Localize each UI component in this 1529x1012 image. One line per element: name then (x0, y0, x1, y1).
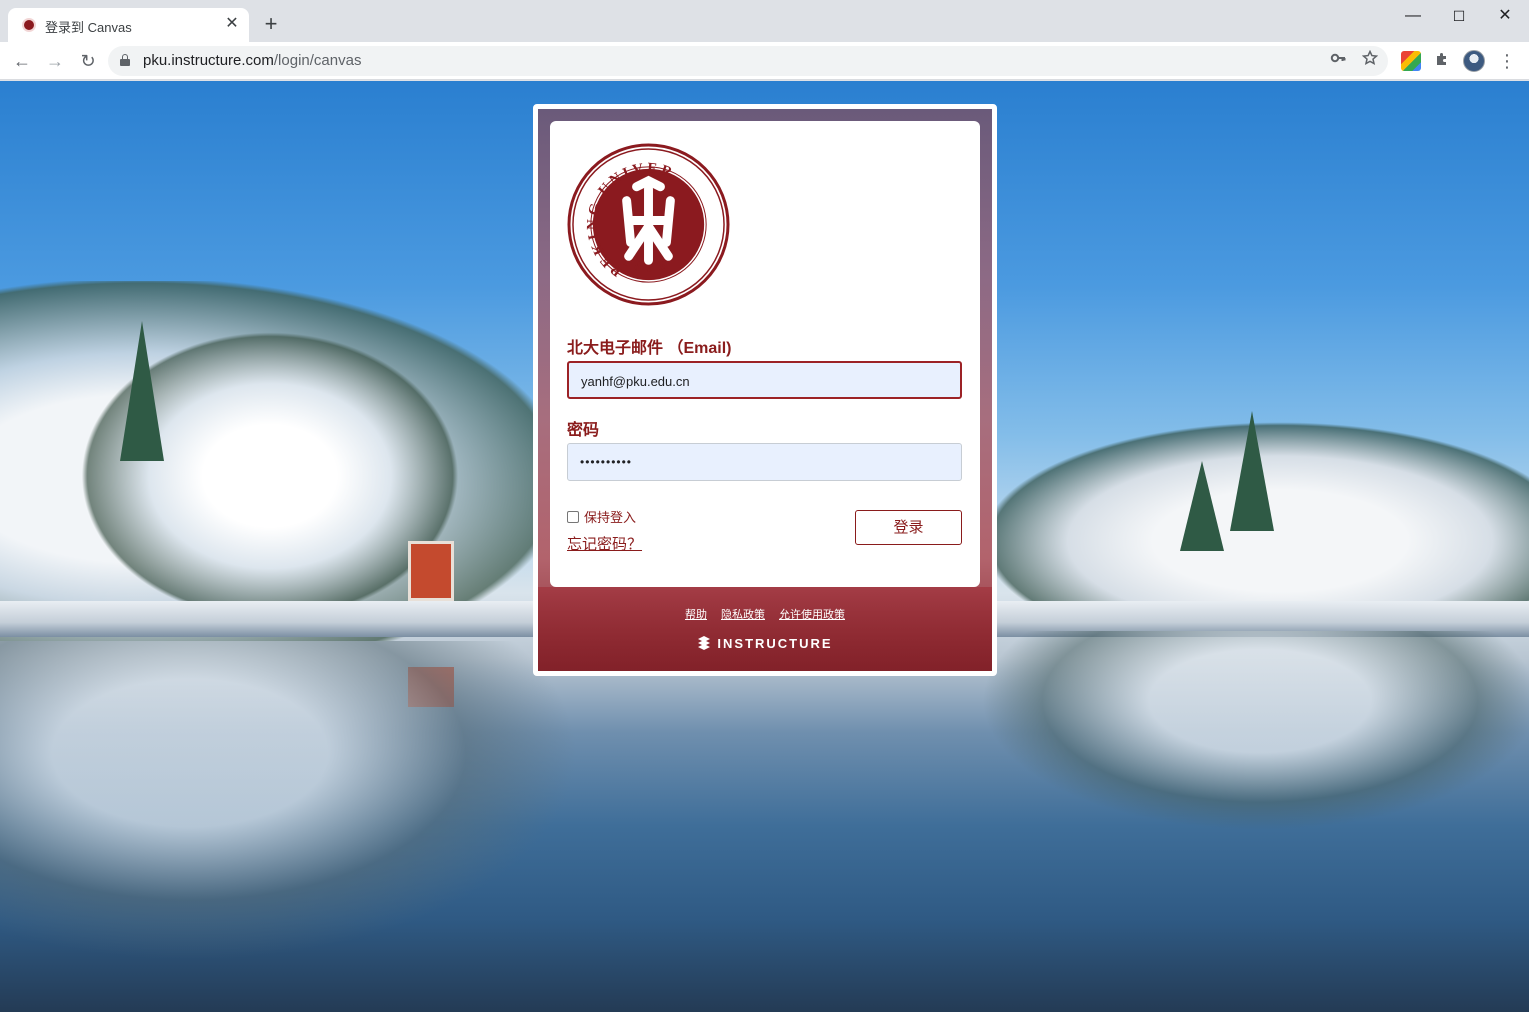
pku-favicon-icon (22, 18, 36, 32)
pine-tree (1180, 461, 1224, 551)
remember-me[interactable]: 保持登入 (567, 507, 636, 526)
password-label: 密码 (567, 422, 600, 439)
forgot-password-link[interactable]: 忘记密码？ (567, 533, 642, 554)
login-form: PEKING UNIVERSITY 1898 北大电子邮件 （Email) ya… (550, 121, 980, 587)
instructure-brand: INSTRUCTURE (538, 636, 992, 651)
pine-tree (1230, 411, 1274, 531)
login-panel: PEKING UNIVERSITY 1898 北大电子邮件 （Email) ya… (533, 104, 997, 676)
footer-links: 帮助 隐私政策 允许使用政策 (538, 606, 992, 622)
back-button[interactable]: ← (9, 48, 35, 74)
page-background: PEKING UNIVERSITY 1898 北大电子邮件 （Email) ya… (0, 81, 1529, 1012)
tab-title: 登录到 Canvas (45, 20, 132, 35)
instructure-wordmark: INSTRUCTURE (717, 636, 833, 651)
maximize-button[interactable]: ☐ (1436, 0, 1482, 32)
tab-active[interactable]: 登录到 Canvas ✕ (8, 8, 249, 42)
browser-toolbar: ← → ↻ pku.instructure.com/login/canvas ⋮ (0, 42, 1529, 80)
address-bar[interactable]: pku.instructure.com/login/canvas (108, 46, 1388, 76)
privacy-policy-link[interactable]: 隐私政策 (721, 609, 765, 621)
extension-color-icon[interactable] (1401, 51, 1421, 71)
remember-label[interactable]: 保持登入 (584, 507, 636, 526)
remember-checkbox[interactable] (567, 510, 579, 523)
new-tab-button[interactable]: + (259, 13, 283, 37)
help-link[interactable]: 帮助 (685, 609, 707, 621)
close-window-button[interactable]: ✕ (1482, 0, 1528, 32)
key-icon[interactable] (1327, 50, 1349, 72)
forward-button[interactable]: → (42, 48, 68, 74)
url-text[interactable]: pku.instructure.com/login/canvas (143, 52, 361, 69)
reload-button[interactable]: ↻ (75, 48, 101, 74)
pavilion (408, 541, 454, 601)
lake-reflection-right (980, 631, 1529, 831)
star-icon[interactable] (1359, 49, 1381, 72)
minimize-button[interactable]: — (1390, 0, 1436, 32)
peking-university-seal-logo: PEKING UNIVERSITY 1898 (567, 143, 730, 306)
pine-tree (120, 321, 164, 461)
login-button[interactable]: 登录 (855, 510, 962, 545)
puzzle-icon[interactable] (1432, 51, 1452, 71)
email-field[interactable]: yanhf@pku.edu.cn (567, 361, 962, 399)
footer-background (538, 587, 992, 671)
lake-reflection-left (0, 641, 580, 961)
password-field[interactable]: •••••••••• (567, 443, 962, 481)
tab-close-icon[interactable]: ✕ (223, 15, 241, 33)
lock-icon[interactable] (120, 54, 130, 66)
instructure-logo-icon (698, 636, 711, 650)
email-label: 北大电子邮件 （Email) (567, 340, 732, 357)
tab-strip: 登录到 Canvas ✕ + — ☐ ✕ (0, 0, 1529, 42)
menu-kebab-icon[interactable]: ⋮ (1497, 50, 1517, 72)
acceptable-use-policy-link[interactable]: 允许使用政策 (779, 609, 845, 621)
profile-avatar[interactable] (1463, 50, 1485, 72)
